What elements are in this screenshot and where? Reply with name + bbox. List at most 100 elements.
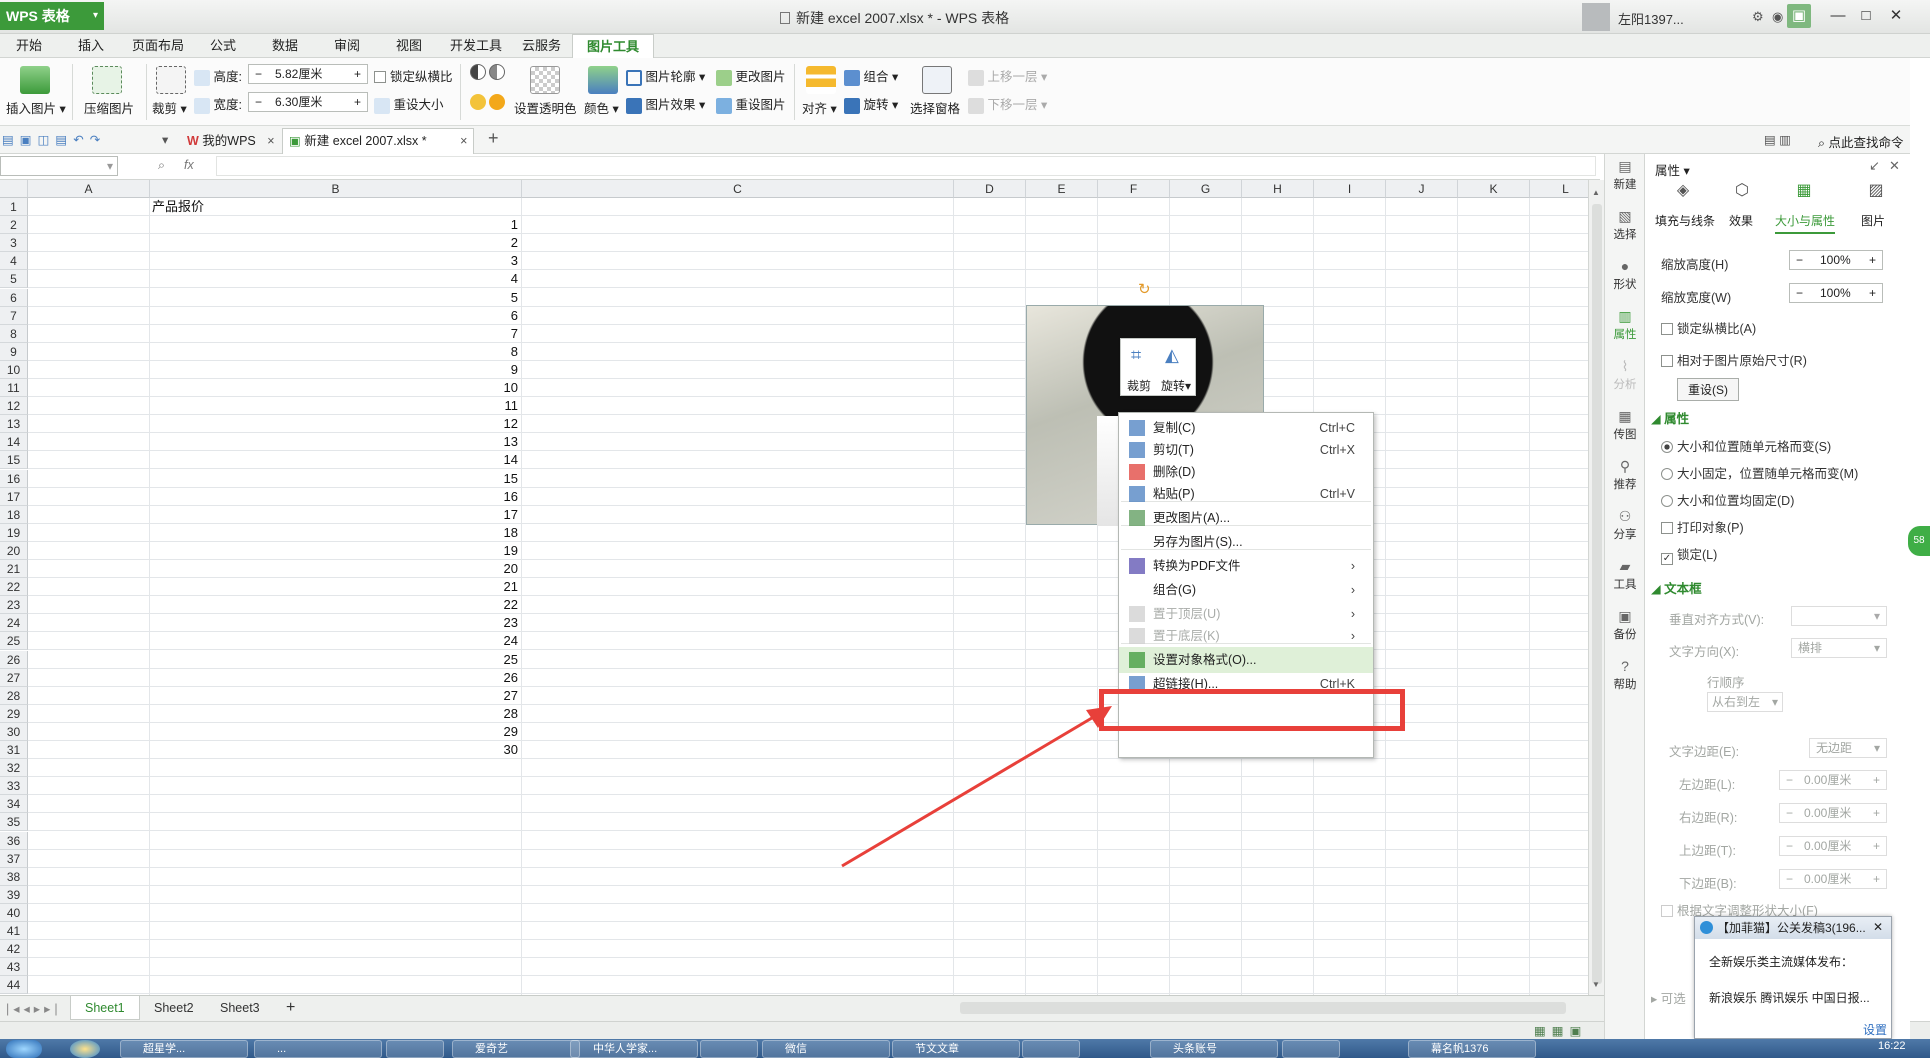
row-header[interactable]: 19 [0, 523, 28, 542]
row-header[interactable]: 42 [0, 940, 28, 959]
close-icon[interactable]: ✕ [1889, 158, 1900, 174]
row-header[interactable]: 28 [0, 686, 28, 705]
menu-home[interactable]: 开始 [16, 34, 42, 58]
sheet-nav-icons[interactable]: |◂◂▸▸| [6, 1001, 62, 1016]
close-icon[interactable]: × [267, 134, 274, 148]
taskbar-item[interactable]: 头条账号 [1150, 1040, 1278, 1058]
table-cell[interactable]: 27 [150, 687, 518, 705]
optional-section[interactable]: ▸ 可选 [1651, 988, 1686, 1007]
taskbar-item[interactable] [1022, 1040, 1080, 1058]
radio-fixed-all[interactable]: 大小和位置均固定(D) [1661, 490, 1794, 509]
row-header[interactable]: 10 [0, 360, 28, 379]
row-header[interactable]: 23 [0, 596, 28, 615]
fx-icon[interactable]: fx [184, 158, 194, 172]
sidenav-item[interactable]: ● 形状 [1605, 258, 1645, 292]
menu-page-layout[interactable]: 页面布局 [132, 34, 184, 58]
table-cell[interactable]: 7 [150, 325, 518, 343]
increment-icon[interactable]: + [354, 65, 361, 83]
context-menu-item[interactable]: 置于底层(K) › [1119, 623, 1373, 649]
view-mode-icons[interactable]: ▦▦▣ [1534, 1023, 1587, 1038]
row-header[interactable]: 13 [0, 415, 28, 434]
close-icon[interactable]: ✕ [1873, 920, 1883, 934]
menu-formula[interactable]: 公式 [210, 34, 236, 58]
context-menu-item[interactable]: 设置对象格式(O)... [1119, 647, 1373, 673]
context-menu-item[interactable]: 另存为图片(S)... [1119, 529, 1373, 555]
menu-cloud[interactable]: 云服务 [522, 34, 561, 58]
decrement-icon[interactable]: − [255, 93, 262, 111]
sidenav-item[interactable]: ? 帮助 [1605, 658, 1645, 692]
scale-width-stepper[interactable]: −100% + [1789, 283, 1883, 303]
taskbar-item[interactable]: 爱奇艺 [452, 1040, 580, 1058]
find-command[interactable]: ⌕ 点此查找命令 [1818, 132, 1904, 151]
sidenav-item[interactable]: ⚲ 推荐 [1605, 458, 1645, 492]
row-header[interactable]: 3 [0, 234, 28, 253]
column-header-G[interactable]: G [1170, 180, 1242, 198]
sidenav-item[interactable]: ⚇ 分享 [1605, 508, 1645, 542]
tab-my-wps[interactable]: W 我的WPS × [180, 128, 282, 154]
menu-insert[interactable]: 插入 [78, 34, 104, 58]
mini-rotate-button[interactable]: 旋转▾ [1161, 377, 1191, 394]
table-cell[interactable]: 9 [150, 361, 518, 379]
row-header[interactable]: 9 [0, 342, 28, 361]
crop-button[interactable]: 裁剪 ▾ [152, 98, 187, 117]
name-box[interactable]: ▾ [0, 156, 118, 176]
move-down-button[interactable]: 下移一层 ▾ [968, 94, 1047, 114]
close-button[interactable]: ✕ [1882, 4, 1910, 28]
text-direction-select[interactable]: 横排 ▾ [1791, 638, 1887, 658]
table-cell[interactable]: 24 [150, 632, 518, 650]
sidenav-item[interactable]: ▧ 选择 [1605, 208, 1645, 242]
vertical-scrollbar[interactable]: ▲ ▼ [1588, 180, 1604, 995]
column-header-H[interactable]: H [1242, 180, 1314, 198]
taskbar-item[interactable] [1282, 1040, 1340, 1058]
insert-picture-button[interactable]: 插入图片 ▾ [6, 98, 66, 117]
scroll-down-icon[interactable]: ▼ [1592, 980, 1600, 989]
context-menu-item[interactable]: 粘贴(P) Ctrl+V [1119, 481, 1373, 507]
row-header[interactable]: 21 [0, 560, 28, 578]
compress-picture-button[interactable]: 压缩图片 [84, 98, 134, 117]
menu-review[interactable]: 审阅 [334, 34, 360, 58]
wps-logo-menu[interactable]: WPS 表格 ▾ [0, 2, 104, 30]
relative-size-checkbox[interactable]: 相对于图片原始尺寸(R) [1661, 350, 1807, 369]
row-header[interactable]: 2 [0, 216, 28, 235]
table-cell[interactable]: 25 [150, 651, 518, 669]
table-cell[interactable]: 6 [150, 307, 518, 325]
sidenav-item[interactable]: ▥ 属性 [1605, 308, 1645, 342]
table-cell[interactable]: 17 [150, 506, 518, 524]
row-header[interactable]: 35 [0, 813, 28, 832]
lock-ratio-checkbox[interactable]: 锁定纵横比(A) [1661, 318, 1756, 337]
change-picture-button[interactable]: 更改图片 [716, 66, 786, 86]
start-button[interactable] [6, 1040, 42, 1058]
table-cell[interactable]: 14 [150, 451, 518, 469]
table-cell[interactable]: 8 [150, 343, 518, 361]
popup-settings-link[interactable]: 设置 [1863, 1021, 1887, 1038]
table-cell[interactable]: 16 [150, 488, 518, 506]
column-header-L[interactable]: L [1530, 180, 1588, 198]
cell-b1[interactable]: 产品报价 [152, 198, 204, 216]
scale-height-stepper[interactable]: −100% + [1789, 250, 1883, 270]
set-transparent-button[interactable]: 设置透明色 [514, 98, 577, 117]
scroll-thumb[interactable] [1592, 204, 1602, 984]
table-cell[interactable]: 21 [150, 578, 518, 596]
table-cell[interactable]: 1 [150, 216, 518, 234]
new-tab-button[interactable]: + [488, 128, 499, 149]
row-header[interactable]: 8 [0, 324, 28, 343]
table-cell[interactable]: 22 [150, 596, 518, 614]
valign-select[interactable]: ▾ [1791, 606, 1887, 626]
row-header[interactable]: 18 [0, 505, 28, 524]
row-header[interactable]: 44 [0, 976, 28, 995]
row-header[interactable]: 39 [0, 885, 28, 904]
menu-developer[interactable]: 开发工具 [450, 34, 502, 58]
color-button[interactable]: 颜色 ▾ [584, 98, 619, 117]
sheet-tab-3[interactable]: Sheet3 [206, 996, 274, 1020]
align-button[interactable]: 对齐 ▾ [802, 98, 837, 117]
context-menu-item[interactable]: 转换为PDF文件 › [1119, 553, 1373, 579]
row-header[interactable]: 26 [0, 650, 28, 669]
row-header[interactable]: 38 [0, 867, 28, 886]
row-header[interactable]: 34 [0, 795, 28, 814]
reset-picture-button[interactable]: 重设图片 [716, 94, 786, 114]
row-header[interactable]: 1 [0, 198, 28, 216]
row-header[interactable]: 14 [0, 433, 28, 452]
row-header[interactable]: 41 [0, 922, 28, 940]
table-cell[interactable]: 29 [150, 723, 518, 741]
table-cell[interactable]: 26 [150, 669, 518, 687]
